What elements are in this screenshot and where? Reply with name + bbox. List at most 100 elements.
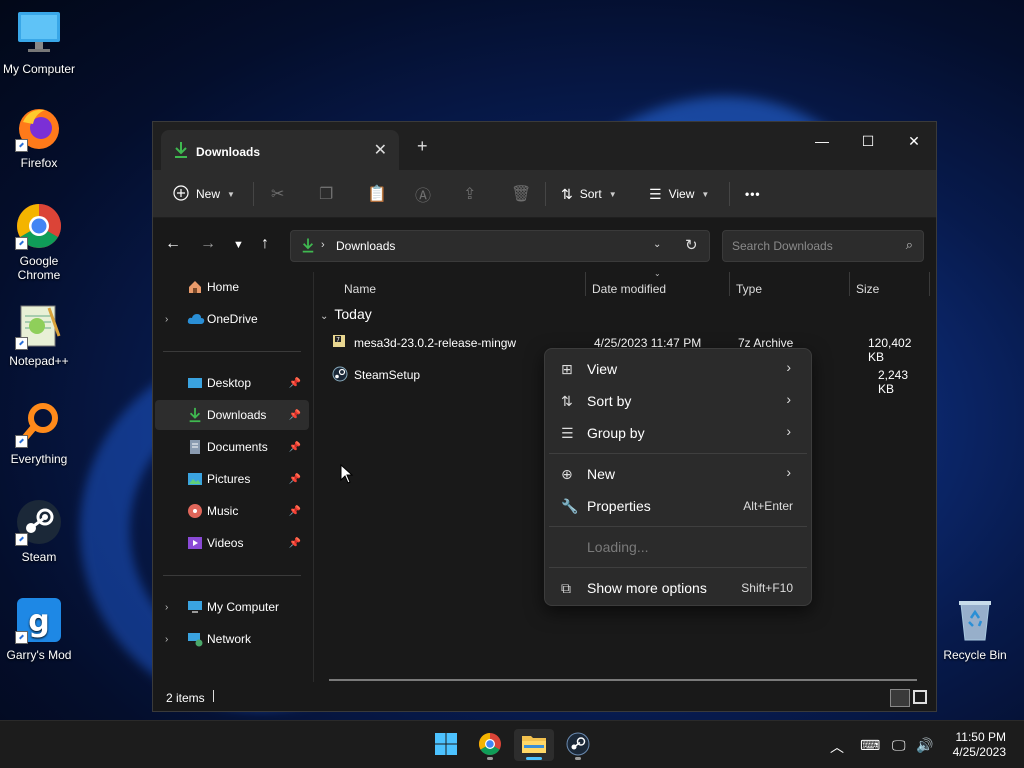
desktop-icon-steam[interactable]: Steam [0, 498, 78, 564]
desktop-icon-label: Everything [10, 452, 68, 466]
taskbar-steam[interactable] [558, 729, 598, 761]
sidebar-item-my-computer[interactable]: › My Computer [155, 592, 309, 622]
tiles-view-icon[interactable] [913, 690, 927, 704]
refresh-icon[interactable]: ↻ [685, 236, 698, 254]
column-divider[interactable] [729, 272, 730, 296]
sidebar-item-videos[interactable]: Videos 📌 [155, 528, 309, 558]
desktop-icon-garrys-mod[interactable]: g Garry's Mod [0, 596, 78, 662]
new-button[interactable]: New ▼ [173, 182, 235, 206]
network-status-icon[interactable]: 🖵 [892, 737, 906, 754]
copy-icon[interactable]: ❐ [319, 182, 333, 206]
view-label: View [668, 187, 695, 201]
address-bar[interactable]: › Downloads ⌄ ↻ [290, 230, 710, 262]
forward-arrow-icon[interactable]: → [200, 235, 216, 253]
back-arrow-icon[interactable]: ← [165, 235, 181, 253]
group-header-today[interactable]: ⌄ Today [320, 306, 372, 322]
cut-icon[interactable]: ✂ [271, 182, 284, 206]
taskbar-file-explorer[interactable] [514, 729, 554, 761]
tab-downloads[interactable]: Downloads ✕ [161, 130, 399, 170]
view-button[interactable]: ☰ View ▼ [649, 182, 709, 206]
desktop-icon-everything[interactable]: Everything [0, 400, 78, 466]
desktop-icon-my-computer[interactable]: My Computer [0, 10, 78, 76]
clock[interactable]: 11:50 PM 4/25/2023 [953, 730, 1006, 760]
volume-icon[interactable]: 🔊 [916, 737, 933, 754]
column-header-date-modified[interactable]: Date modified [592, 282, 666, 296]
pin-icon: 📌 [288, 377, 301, 389]
menu-item-label: Show more options [587, 580, 707, 596]
close-tab-icon[interactable]: ✕ [374, 140, 387, 160]
column-divider[interactable] [585, 272, 586, 296]
menu-item-view[interactable]: ⊞ View › [549, 353, 807, 385]
sidebar-item-home[interactable]: Home [155, 272, 309, 302]
column-divider[interactable] [929, 272, 930, 296]
minimize-icon[interactable]: — [799, 127, 845, 155]
sidebar-item-downloads[interactable]: Downloads 📌 [155, 400, 309, 430]
menu-item-label: Properties [587, 498, 651, 514]
plus-circle-icon: ⊕ [561, 466, 573, 482]
monitor-icon [187, 599, 203, 615]
sort-icon: ⇅ [561, 185, 573, 202]
garrys-mod-icon: g [15, 596, 63, 644]
sort-indicator-icon: ⌄ [654, 269, 661, 278]
desktop-icon-label: Garry's Mod [6, 648, 72, 662]
svg-text:g: g [28, 604, 49, 639]
column-header-size[interactable]: Size [856, 282, 879, 296]
details-view-icon[interactable] [890, 689, 910, 707]
share-icon[interactable]: ⇪ [463, 182, 476, 206]
running-indicator [575, 757, 581, 760]
expand-chevron-icon[interactable]: › [165, 634, 168, 645]
touch-keyboard-icon[interactable]: ⌨ [860, 737, 880, 754]
menu-item-group-by[interactable]: ☰ Group by › [549, 417, 807, 449]
column-header-type[interactable]: Type [736, 282, 762, 296]
column-divider[interactable] [849, 272, 850, 296]
menu-item-show-more-options[interactable]: ⧉ Show more options Shift+F10 [549, 572, 807, 604]
desktop-icon-label: Notepad++ [9, 354, 69, 368]
desktop-icon-chrome[interactable]: Google Chrome [0, 202, 78, 282]
taskbar-chrome[interactable] [470, 729, 510, 761]
up-arrow-icon[interactable]: ↑ [261, 235, 269, 253]
sidebar-item-documents[interactable]: Documents 📌 [155, 432, 309, 462]
steam-icon [15, 498, 63, 546]
pin-icon: 📌 [288, 441, 301, 453]
recent-locations-chevron-icon[interactable]: ▼ [233, 239, 244, 251]
paste-icon[interactable]: 📋 [367, 182, 387, 206]
new-tab-icon[interactable]: + [417, 136, 428, 157]
horizontal-scrollbar[interactable] [329, 679, 917, 681]
desktop-icon-recycle-bin[interactable]: Recycle Bin [936, 596, 1014, 662]
expand-chevron-icon[interactable]: › [165, 602, 168, 613]
sidebar-item-pictures[interactable]: Pictures 📌 [155, 464, 309, 494]
address-dropdown-icon[interactable]: ⌄ [653, 239, 661, 250]
delete-icon[interactable]: 🗑 [511, 182, 531, 206]
close-window-icon[interactable]: ✕ [891, 127, 937, 155]
expand-chevron-icon[interactable]: › [165, 314, 168, 325]
sidebar-item-onedrive[interactable]: › OneDrive [155, 304, 309, 334]
start-button[interactable] [426, 729, 466, 761]
more-options-button[interactable]: ••• [745, 182, 761, 206]
sidebar-item-label: Videos [207, 536, 244, 550]
download-icon [301, 237, 315, 257]
menu-item-sort-by[interactable]: ⇅ Sort by › [549, 385, 807, 417]
column-header-name[interactable]: Name [344, 282, 376, 296]
download-icon [173, 141, 189, 162]
maximize-icon[interactable]: ☐ [845, 127, 891, 155]
show-hidden-icons-chevron-icon[interactable]: ︿ [830, 737, 844, 757]
sidebar-item-label: Downloads [207, 408, 267, 422]
sidebar-item-network[interactable]: › Network [155, 624, 309, 654]
desktop-icon-firefox[interactable]: Firefox [0, 104, 78, 170]
sidebar-item-desktop[interactable]: Desktop 📌 [155, 368, 309, 398]
sort-button[interactable]: ⇅ Sort ▼ [561, 182, 617, 206]
chevron-down-icon: ▼ [701, 189, 710, 199]
search-box[interactable]: Search Downloads ⌕ [722, 230, 924, 262]
breadcrumb-downloads[interactable]: Downloads [336, 239, 395, 253]
chevron-right-icon: › [786, 423, 791, 439]
rename-icon[interactable]: Ⓐ [415, 182, 431, 206]
taskbar: ︿ ⌨ 🖵 🔊 11:50 PM 4/25/2023 [0, 720, 1024, 768]
menu-item-properties[interactable]: 🔧 Properties Alt+Enter [549, 490, 807, 522]
download-icon [187, 407, 203, 423]
menu-item-new[interactable]: ⊕ New › [549, 458, 807, 490]
sidebar-item-music[interactable]: Music 📌 [155, 496, 309, 526]
grid-icon: ⊞ [561, 361, 573, 377]
sidebar-item-label: Network [207, 632, 252, 646]
cloud-icon [187, 311, 205, 327]
desktop-icon-notepadpp[interactable]: Notepad++ [0, 302, 78, 368]
